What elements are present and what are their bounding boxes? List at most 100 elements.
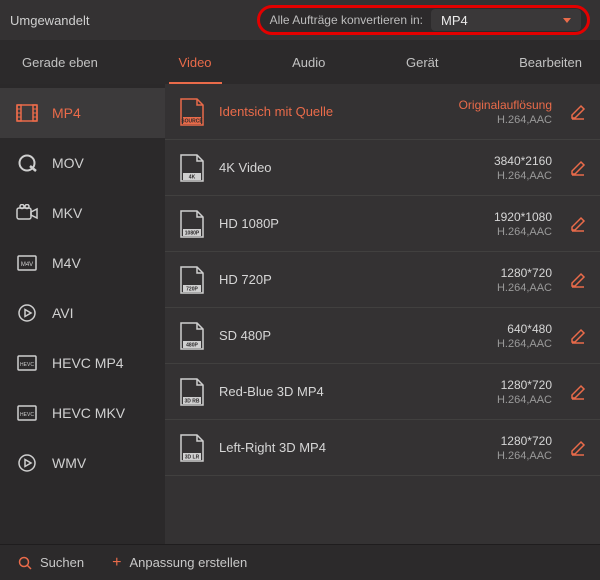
edit-icon [570, 384, 586, 400]
svg-text:HEVC: HEVC [20, 412, 34, 418]
preset-resolution: 1280*720 [501, 266, 552, 280]
sidebar-item-m4v[interactable]: M4V M4V [0, 238, 165, 288]
preset-row[interactable]: SOURCEIdentsich mit QuelleOriginalauflös… [165, 84, 600, 140]
tab-edit[interactable]: Bearbeiten [515, 40, 586, 84]
preset-name: HD 720P [219, 272, 430, 287]
camera-icon [16, 204, 38, 222]
quicktime-icon [16, 154, 38, 172]
preset-meta: Originalauflösung H.264,AAC [442, 98, 552, 126]
search-label: Suchen [40, 555, 84, 570]
preset-meta: 3840*2160 H.264,AAC [442, 154, 552, 182]
preset-resolution: 3840*2160 [494, 154, 552, 168]
svg-text:4K: 4K [189, 174, 196, 180]
preset-meta: 1280*720 H.264,AAC [442, 434, 552, 462]
edit-preset-button[interactable] [568, 270, 588, 290]
search-icon [18, 556, 32, 570]
film-icon [16, 104, 38, 122]
edit-icon [570, 328, 586, 344]
preset-thumb-icon: 480P [177, 321, 207, 351]
sidebar-item-mov[interactable]: MOV [0, 138, 165, 188]
preset-codec: H.264,AAC [497, 394, 552, 406]
sidebar-item-hevc-mp4[interactable]: HEVC HEVC MP4 [0, 338, 165, 388]
sidebar-item-mp4[interactable]: MP4 [0, 88, 165, 138]
preset-meta: 640*480 H.264,AAC [442, 322, 552, 350]
edit-preset-button[interactable] [568, 214, 588, 234]
preset-row[interactable]: 3D LRLeft-Right 3D MP41280*720H.264,AAC [165, 420, 600, 476]
tab-device[interactable]: Gerät [402, 40, 443, 84]
category-tabs: Gerade eben Video Audio Gerät Bearbeiten [0, 40, 600, 84]
convert-all-value: MP4 [441, 13, 468, 28]
top-bar: Umgewandelt Alle Aufträge konvertieren i… [0, 0, 600, 40]
sidebar-item-label: HEVC MKV [52, 405, 125, 421]
edit-icon [570, 272, 586, 288]
preset-codec: H.264,AAC [497, 226, 552, 238]
preset-thumb-icon: 4K [177, 153, 207, 183]
window-title: Umgewandelt [10, 13, 90, 28]
m4v-icon: M4V [16, 254, 38, 272]
svg-text:SOURCE: SOURCE [181, 118, 203, 124]
preset-meta: 1280*720 H.264,AAC [442, 378, 552, 406]
edit-preset-button[interactable] [568, 438, 588, 458]
preset-meta: 1280*720 H.264,AAC [442, 266, 552, 294]
preset-codec: H.264,AAC [497, 338, 552, 350]
bottom-bar: Suchen + Anpassung erstellen [0, 544, 600, 580]
preset-codec: H.264,AAC [497, 450, 552, 462]
convert-all-dropdown[interactable]: MP4 [431, 9, 581, 31]
sidebar-item-label: M4V [52, 255, 81, 271]
sidebar-item-mkv[interactable]: MKV [0, 188, 165, 238]
preset-row[interactable]: 3D RBRed-Blue 3D MP41280*720H.264,AAC [165, 364, 600, 420]
preset-thumb-icon: 1080P [177, 209, 207, 239]
sidebar-item-avi[interactable]: AVI [0, 288, 165, 338]
play-icon [16, 454, 38, 472]
preset-name: HD 1080P [219, 216, 430, 231]
convert-all-highlight: Alle Aufträge konvertieren in: MP4 [257, 5, 590, 35]
edit-icon [570, 104, 586, 120]
create-custom-button[interactable]: + Anpassung erstellen [112, 555, 247, 571]
preset-resolution: 640*480 [507, 322, 552, 336]
sidebar-item-wmv[interactable]: WMV [0, 438, 165, 488]
hevc-icon: HEVC [16, 354, 38, 372]
preset-thumb-icon: 3D LR [177, 433, 207, 463]
svg-text:1080P: 1080P [185, 230, 200, 236]
preset-thumb-icon: SOURCE [177, 97, 207, 127]
edit-preset-button[interactable] [568, 158, 588, 178]
preset-list: SOURCEIdentsich mit QuelleOriginalauflös… [165, 84, 600, 544]
preset-thumb-icon: 720P [177, 265, 207, 295]
svg-text:720P: 720P [186, 286, 198, 292]
search-button[interactable]: Suchen [18, 555, 84, 570]
svg-text:HEVC: HEVC [20, 362, 34, 368]
edit-preset-button[interactable] [568, 102, 588, 122]
edit-icon [570, 216, 586, 232]
svg-text:3D LR: 3D LR [185, 454, 200, 460]
play-icon [16, 304, 38, 322]
preset-thumb-icon: 3D RB [177, 377, 207, 407]
tab-recent[interactable]: Gerade eben [18, 40, 102, 84]
tab-video[interactable]: Video [175, 40, 216, 84]
tab-audio[interactable]: Audio [288, 40, 329, 84]
svg-text:480P: 480P [186, 342, 198, 348]
sidebar-item-hevc-mkv[interactable]: HEVC HEVC MKV [0, 388, 165, 438]
preset-row[interactable]: 1080P HD 1080P 1920*1080 H.264,AAC [165, 196, 600, 252]
format-sidebar: MP4 MOV MKV M4V M4V AVI HEVC HEVC MP4 HE… [0, 84, 165, 544]
sidebar-item-label: MKV [52, 205, 82, 221]
preset-row[interactable]: 480P SD 480P 640*480 H.264,AAC [165, 308, 600, 364]
sidebar-item-label: WMV [52, 455, 86, 471]
preset-row[interactable]: 720P HD 720P 1280*720 H.264,AAC [165, 252, 600, 308]
sidebar-item-label: MOV [52, 155, 84, 171]
preset-name: SD 480P [219, 328, 430, 343]
edit-preset-button[interactable] [568, 382, 588, 402]
edit-icon [570, 160, 586, 176]
preset-resolution: Originalauflösung [459, 98, 552, 112]
edit-preset-button[interactable] [568, 326, 588, 346]
chevron-down-icon [563, 18, 571, 23]
preset-resolution: 1920*1080 [494, 210, 552, 224]
preset-row[interactable]: 4K4K Video3840*2160H.264,AAC [165, 140, 600, 196]
preset-resolution: 1280*720 [501, 434, 552, 448]
preset-meta: 1920*1080 H.264,AAC [442, 210, 552, 238]
sidebar-item-label: HEVC MP4 [52, 355, 124, 371]
preset-codec: H.264,AAC [497, 282, 552, 294]
preset-codec: H.264,AAC [497, 170, 552, 182]
preset-resolution: 1280*720 [501, 378, 552, 392]
preset-codec: H.264,AAC [497, 114, 552, 126]
create-custom-label: Anpassung erstellen [129, 555, 247, 570]
